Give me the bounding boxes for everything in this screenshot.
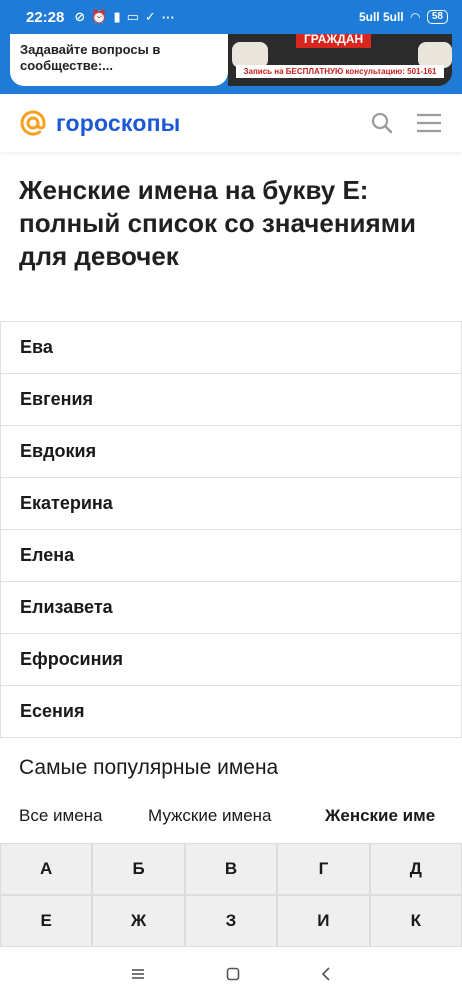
ad-image-caption: ГРАЖДАН [296,34,372,48]
recent-apps-icon[interactable] [131,968,145,980]
name-item[interactable]: Евдокия [0,426,462,478]
site-header: гороскопы [0,94,462,152]
letter-grid: А Б В Г Д Е Ж З И К [0,843,462,947]
name-item[interactable]: Евгения [0,374,462,426]
home-icon[interactable] [226,967,240,981]
tab-all-names[interactable]: Все имена [19,806,103,826]
site-logo-text[interactable]: гороскопы [56,110,181,137]
name-item[interactable]: Ева [0,322,462,374]
check-icon: ✓ [144,9,156,24]
letter-button[interactable]: Г [277,843,370,895]
notification-icons: ⊘ ⏰ ▮ ▭ ✓ ··· [74,9,174,25]
tab-male-names[interactable]: Мужские имена [148,806,272,826]
letter-button[interactable]: И [277,895,370,947]
alarm-icon: ⏰ [91,9,108,24]
signal-icon: 5ull 5ull [358,10,404,24]
name-item[interactable]: Ефросиния [0,634,462,686]
system-nav-bar [0,947,462,1000]
mail-at-logo-icon[interactable] [20,110,46,136]
popular-names-heading: Самые популярные имена [19,756,279,779]
wifi-icon: ◠ [410,10,420,24]
menu-icon[interactable] [416,112,442,134]
battery-icon: 58 [426,10,448,24]
letter-button[interactable]: Б [92,843,185,895]
ad-text[interactable]: Задавайте вопросы в сообществе:... [10,34,228,86]
status-bar: 22:28 ⊘ ⏰ ▮ ▭ ✓ ··· 5ull 5ull ◠ 58 [0,0,462,34]
tab-female-names[interactable]: Женские име [325,806,435,826]
letter-button[interactable]: Д [369,843,462,895]
letter-button[interactable]: К [369,895,462,947]
name-item[interactable]: Елизавета [0,582,462,634]
trash-icon: ▮ [113,9,121,24]
more-icon: ··· [161,9,175,25]
search-icon[interactable] [370,111,394,135]
status-time: 22:28 [26,8,65,26]
mute-icon: ⊘ [74,9,86,24]
back-icon[interactable] [321,966,331,981]
name-item[interactable]: Есения [0,686,462,738]
letter-button[interactable]: В [184,843,278,895]
letter-button[interactable]: Ж [92,895,185,947]
names-tabs: Все имена Мужские имена Женские име [0,806,462,830]
letter-button[interactable]: Е [0,895,93,947]
ad-image[interactable]: ГРАЖДАН Запись на БЕСПЛАТНУЮ консультаци… [228,34,452,86]
ad-banner[interactable]: Задавайте вопросы в сообществе:... ГРАЖД… [0,34,462,94]
names-list: Ева Евгения Евдокия Екатерина Елена Елиз… [0,321,462,738]
name-item[interactable]: Екатерина [0,478,462,530]
page-title: Женские имена на букву Е: полный список … [19,175,416,271]
letter-button[interactable]: А [0,843,93,895]
name-item[interactable]: Елена [0,530,462,582]
ad-image-note: Запись на БЕСПЛАТНУЮ консультацию: 501-1… [236,65,444,78]
message-icon: ▭ [126,9,139,24]
letter-button[interactable]: З [184,895,278,947]
